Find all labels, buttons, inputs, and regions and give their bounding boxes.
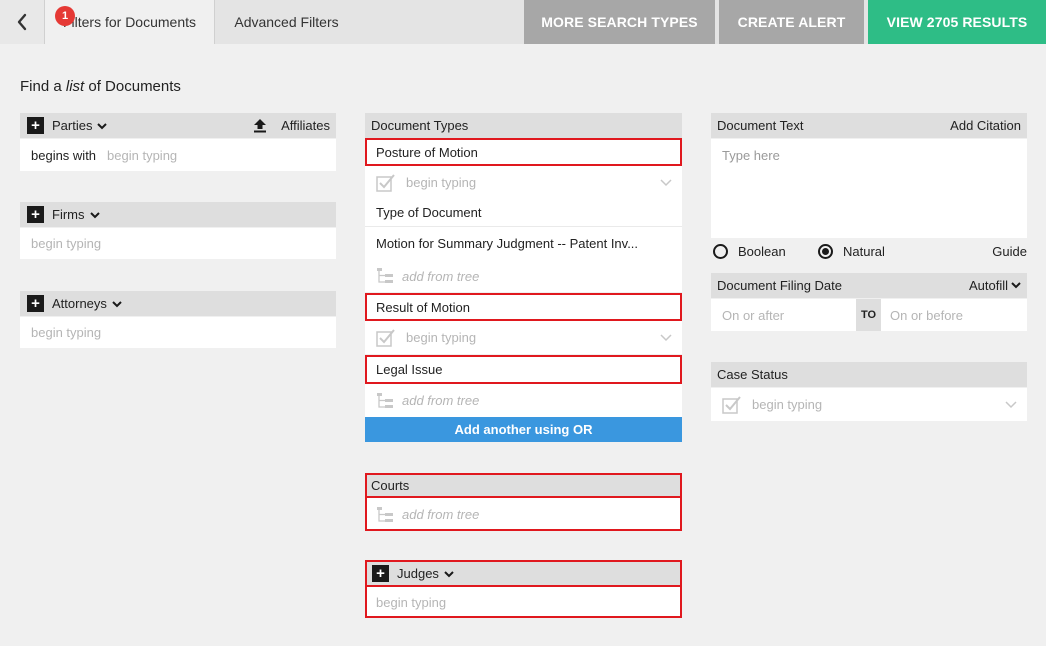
add-firms-plus-icon[interactable]: + [27, 206, 44, 223]
upload-icon [254, 119, 267, 133]
firms-header: + Firms [20, 202, 336, 227]
date-to-label: TO [856, 299, 881, 331]
courts-section: Courts add from tree [365, 473, 682, 531]
filing-date-header: Document Filing Date Autofill [711, 273, 1027, 298]
firms-input[interactable]: begin typing [20, 228, 336, 259]
boolean-radio[interactable]: Boolean [713, 244, 786, 259]
firms-dropdown[interactable]: Firms [52, 207, 100, 222]
legal-issue-label: Legal Issue [365, 355, 682, 384]
tab-label: Advanced Filters [234, 14, 339, 30]
chevron-down-icon [97, 123, 108, 130]
document-text-input[interactable]: Type here [711, 139, 1027, 238]
chevron-left-icon [17, 13, 27, 31]
checklist-icon [376, 328, 395, 347]
more-search-types-button[interactable]: MORE SEARCH TYPES [524, 0, 715, 44]
document-text-header: Document Text Add Citation [711, 113, 1027, 138]
add-judges-plus-icon[interactable]: + [372, 565, 389, 582]
chevron-down-icon [89, 212, 100, 219]
back-button[interactable] [0, 0, 45, 44]
checklist-icon [722, 395, 741, 414]
parties-input-row[interactable]: begins with begin typing [20, 139, 336, 171]
tab-label: Filters for Documents [62, 14, 197, 30]
checklist-icon [376, 173, 395, 192]
date-from-input[interactable]: On or after [711, 299, 856, 331]
legal-issue-tree[interactable]: add from tree [365, 384, 682, 417]
posture-of-motion-label: Posture of Motion [365, 138, 682, 166]
courts-header: Courts [365, 473, 682, 498]
chevron-down-icon [1005, 400, 1017, 408]
add-attorneys-plus-icon[interactable]: + [27, 295, 44, 312]
result-of-motion-select[interactable]: begin typing [365, 321, 682, 354]
judges-dropdown[interactable]: Judges [397, 566, 454, 581]
parties-dropdown[interactable]: Parties [52, 118, 108, 133]
create-alert-button[interactable]: CREATE ALERT [719, 0, 864, 44]
radio-selected-icon [818, 244, 833, 259]
affiliates-button[interactable]: Affiliates [253, 118, 330, 133]
tree-icon [377, 392, 393, 408]
date-to-input[interactable]: On or before [881, 299, 1027, 331]
autofill-dropdown[interactable]: Autofill [969, 278, 1021, 293]
judges-section: + Judges begin typing [365, 560, 682, 618]
attorneys-dropdown[interactable]: Attorneys [52, 296, 122, 311]
attorneys-header: + Attorneys [20, 291, 336, 316]
natural-radio[interactable]: Natural [818, 244, 885, 259]
add-parties-plus-icon[interactable]: + [27, 117, 44, 134]
chevron-down-icon [444, 571, 454, 578]
page-heading: Find a list of Documents [20, 78, 181, 95]
parties-input[interactable]: begin typing [107, 148, 177, 163]
view-results-button[interactable]: VIEW 2705 RESULTS [868, 0, 1046, 44]
tree-icon [377, 268, 393, 283]
chevron-down-icon [112, 301, 122, 308]
case-status-select[interactable]: begin typing [711, 388, 1027, 421]
result-of-motion-label: Result of Motion [365, 293, 682, 321]
type-of-document-label: Type of Document [365, 199, 682, 227]
tab-advanced-filters[interactable]: Advanced Filters [216, 0, 357, 44]
chevron-down-icon [660, 178, 672, 186]
top-bar: 1 Filters for Documents Advanced Filters… [0, 0, 1046, 44]
chevron-down-icon [660, 333, 672, 341]
courts-tree[interactable]: add from tree [365, 498, 682, 531]
case-status-header: Case Status [711, 362, 1027, 387]
tree-icon [377, 506, 393, 522]
posture-of-motion-select[interactable]: begin typing [365, 166, 682, 199]
type-of-document-tree[interactable]: add from tree [365, 260, 682, 292]
radio-unselected-icon [713, 244, 728, 259]
attorneys-input[interactable]: begin typing [20, 317, 336, 348]
add-another-or-button[interactable]: Add another using OR [365, 417, 682, 442]
type-of-document-selected[interactable]: Motion for Summary Judgment -- Patent In… [365, 227, 682, 260]
chevron-down-icon [1011, 282, 1021, 289]
add-citation-link[interactable]: Add Citation [950, 118, 1021, 133]
judges-header: + Judges [365, 560, 682, 587]
judges-input[interactable]: begin typing [365, 587, 682, 618]
notification-badge: 1 [55, 6, 75, 26]
parties-header: + Parties Affiliates [20, 113, 336, 138]
parties-mode-label[interactable]: begins with [31, 148, 96, 163]
tab-filters-for-documents[interactable]: 1 Filters for Documents [45, 0, 215, 44]
document-types-header: Document Types [365, 113, 682, 138]
guide-link[interactable]: Guide [992, 244, 1027, 259]
